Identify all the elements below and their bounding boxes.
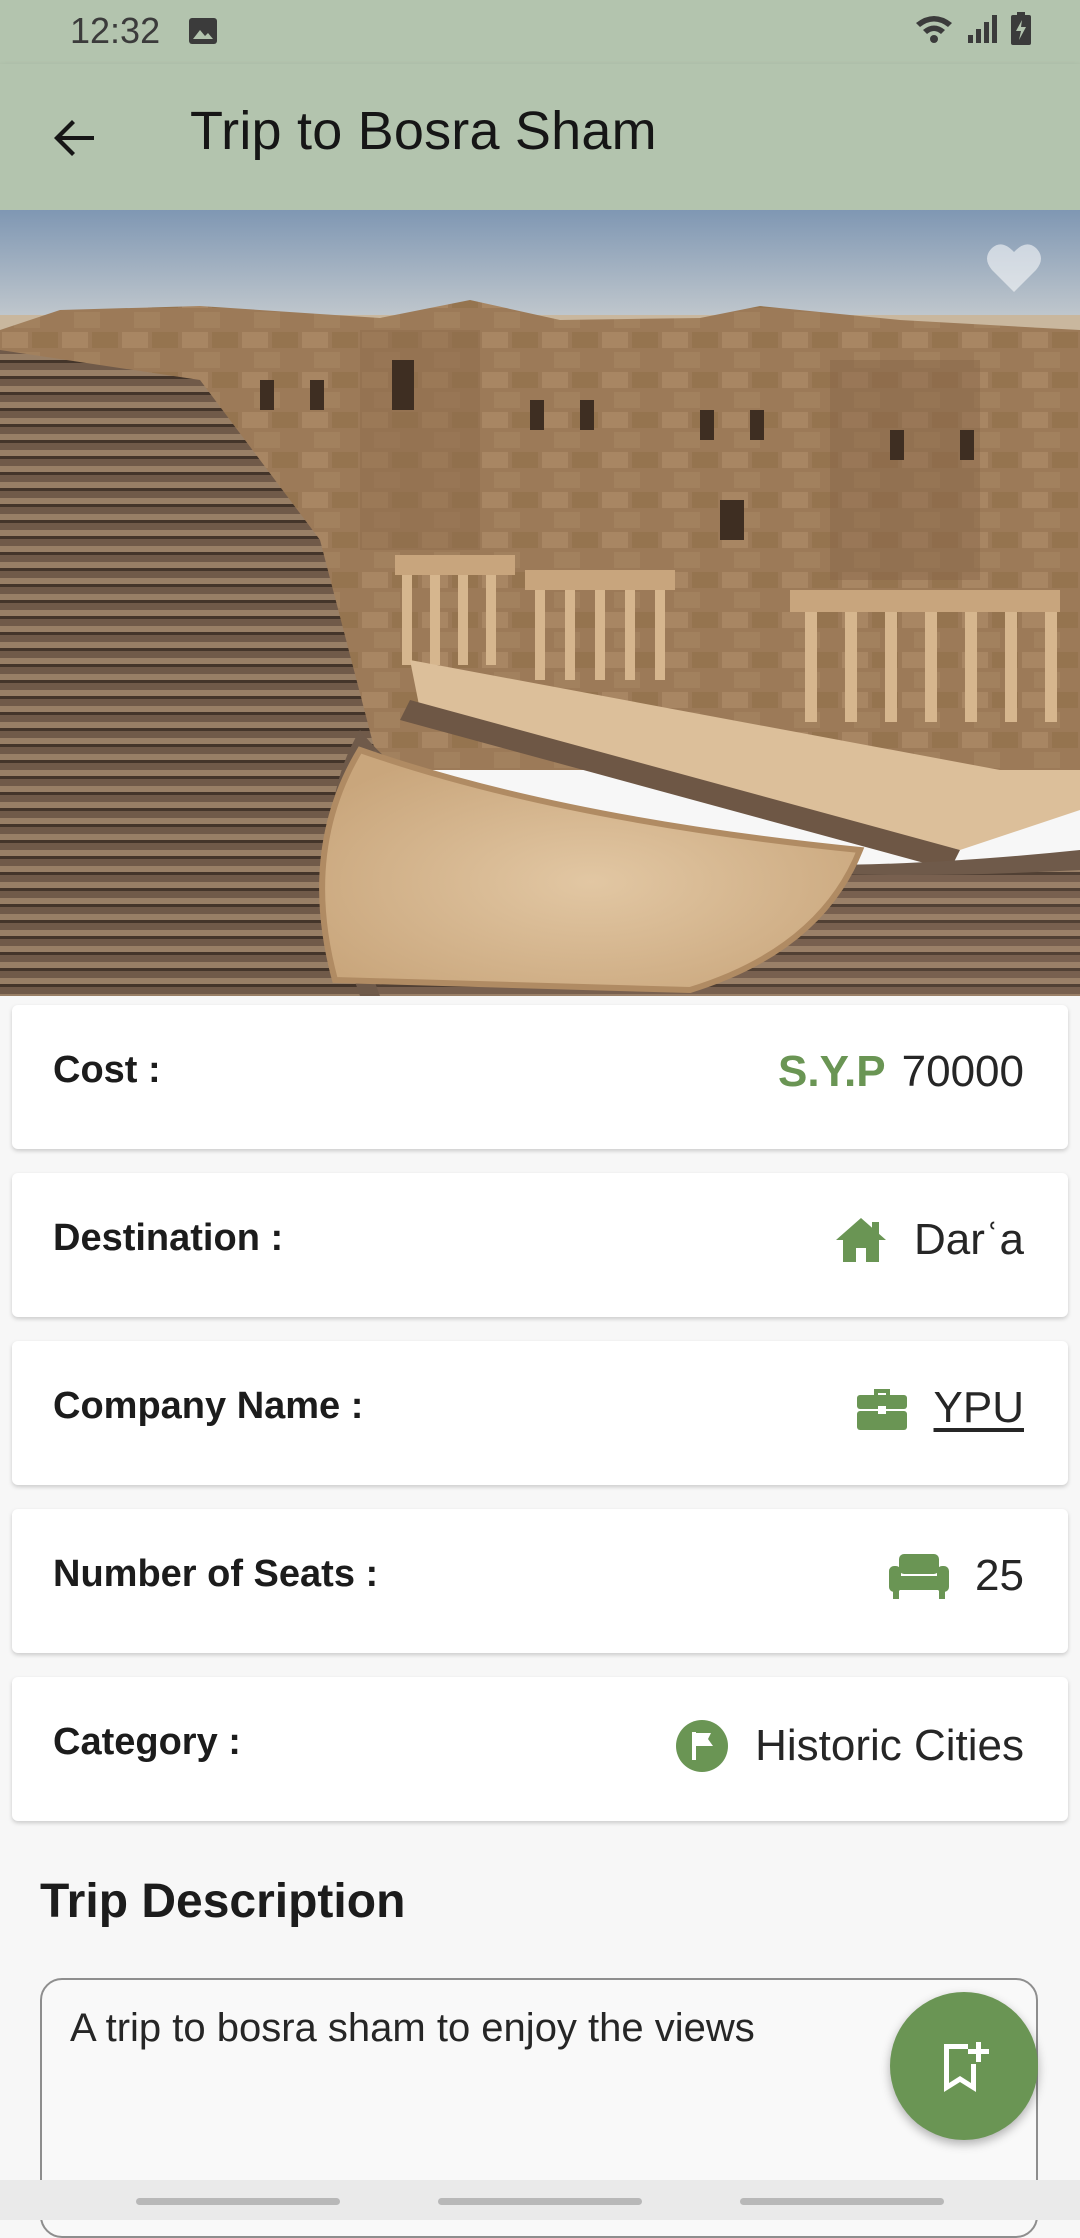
seats-card: Number of Seats : 25 (12, 1509, 1068, 1653)
theatre-illustration (0, 210, 1080, 996)
arrow-back-icon (54, 120, 94, 156)
company-link[interactable]: YPU (934, 1383, 1024, 1433)
description-text: A trip to bosra sham to enjoy the views (70, 2006, 755, 2050)
cost-label: Cost : (53, 1049, 161, 1091)
book-trip-button[interactable] (890, 1992, 1038, 2140)
status-bar: 12:32 (0, 0, 1080, 64)
status-time: 12:32 (70, 10, 161, 51)
company-label: Company Name : (53, 1385, 364, 1427)
company-value-group: YPU (856, 1383, 1024, 1433)
heart-icon[interactable] (984, 240, 1044, 296)
wifi-icon (916, 16, 952, 43)
category-value-group: Historic Cities (675, 1719, 1024, 1773)
destination-card: Destination : Darʿa (12, 1173, 1068, 1317)
cost-card: Cost : S.Y.P 70000 (12, 1005, 1068, 1149)
navigation-bar (0, 2180, 1080, 2220)
image-icon (189, 18, 217, 44)
seats-value: 25 (975, 1551, 1024, 1600)
cost-value: 70000 (901, 1047, 1024, 1096)
company-card: Company Name : YPU (12, 1341, 1068, 1485)
category-value: Historic Cities (755, 1721, 1024, 1770)
home-icon (835, 1218, 886, 1262)
briefcase-icon (856, 1389, 907, 1430)
currency-label: S.Y.P (778, 1047, 886, 1096)
app-bar: Trip to Bosra Sham (0, 64, 1080, 210)
seats-label: Number of Seats : (53, 1553, 379, 1595)
flag-circle-icon (676, 1720, 729, 1772)
cost-value-group: S.Y.P 70000 (778, 1047, 1024, 1097)
destination-value: Darʿa (913, 1215, 1024, 1264)
nav-handle-right[interactable] (740, 2198, 944, 2205)
signal-icon (968, 15, 997, 43)
seat-icon (889, 1554, 950, 1599)
bookmark-add-icon (944, 2042, 989, 2092)
destination-value-group: Darʿa (834, 1215, 1024, 1265)
status-icons (914, 12, 1032, 46)
battery-charging-icon (1011, 12, 1031, 45)
category-label: Category : (53, 1721, 241, 1763)
category-card: Category : Historic Cities (12, 1677, 1068, 1821)
destination-label: Destination : (53, 1217, 284, 1259)
nav-handle-left[interactable] (136, 2198, 340, 2205)
seats-value-group: 25 (889, 1551, 1024, 1601)
trip-image (0, 210, 1080, 996)
page-title: Trip to Bosra Sham (190, 101, 657, 161)
back-button[interactable] (40, 104, 108, 172)
description-heading: Trip Description (40, 1875, 406, 1928)
nav-handle-center[interactable] (438, 2198, 642, 2205)
